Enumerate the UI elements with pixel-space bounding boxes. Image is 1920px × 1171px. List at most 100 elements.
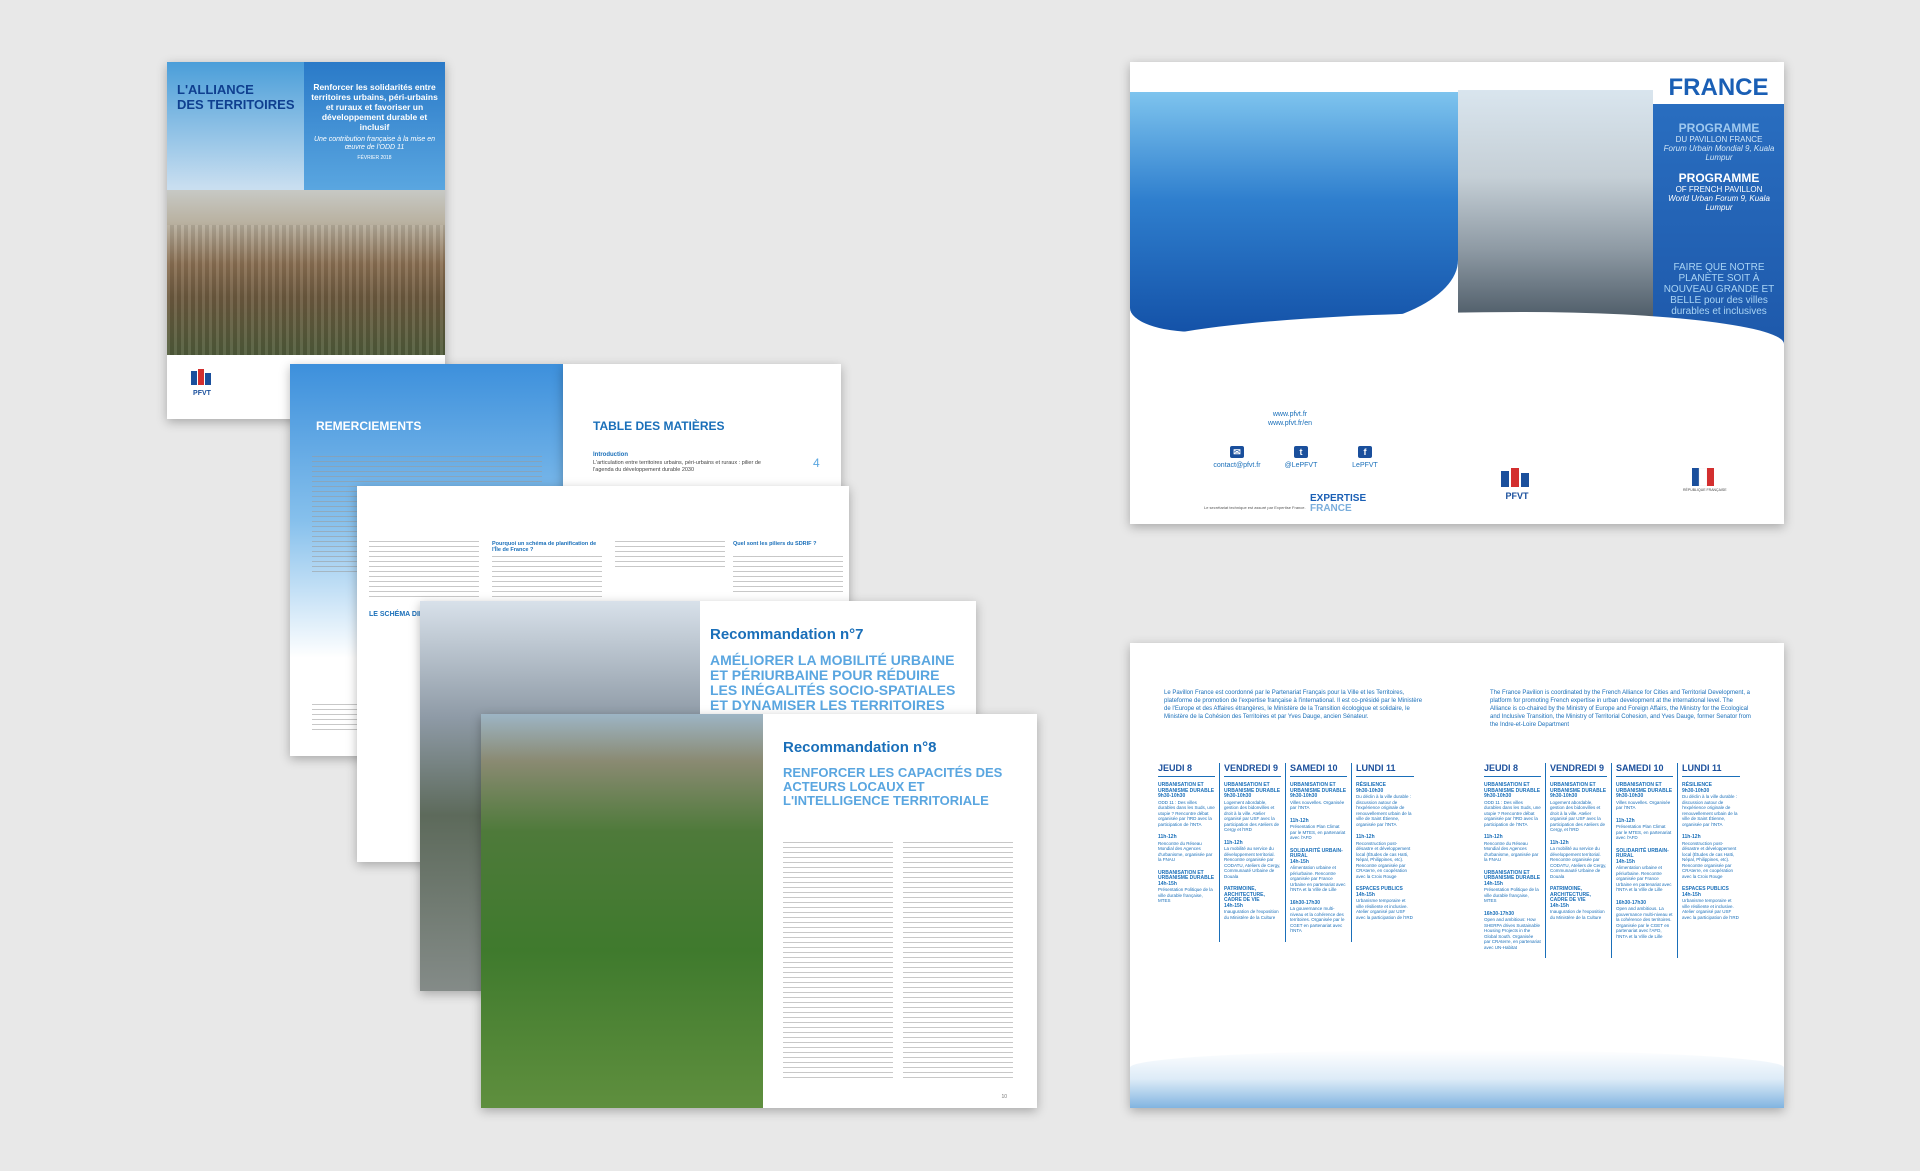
schedule-event: 16h30-17h30 Open and ambitious: How SHERP… — [1484, 911, 1541, 951]
schedule-event: URBANISATION ET URBANISME DURABLE 9h30-10… — [1158, 782, 1215, 827]
programme-bottom-wave — [1130, 1050, 1784, 1108]
event-theme: SOLIDARITÉ URBAIN-RURAL — [1290, 847, 1343, 859]
event-description: Logement abordable, gestion des bidonvil… — [1224, 799, 1280, 833]
recommandation-8-page: Recommandation n°8 RENFORCER LES CAPACIT… — [481, 714, 1037, 1108]
schedule-event: 11h-12h Présentation Plan Climat par le M… — [1290, 818, 1347, 841]
day-column: LUNDI 11 RÉSILIENCE 9h30-10h30 Du déclin à … — [1678, 763, 1744, 958]
reco8-aerial-photo — [481, 714, 763, 1108]
schedule-grid-en: JEUDI 8 URBANISATION ET URBANISME DURABLE… — [1480, 763, 1744, 958]
secretariat-note: Le secrétariat technique est assuré par … — [1204, 505, 1306, 510]
republique-francaise-flag — [1692, 468, 1714, 486]
event-description: Open and ambitious: How SHERPA drives Su… — [1484, 917, 1541, 950]
event-description: Du déclin à la ville durable : discussio… — [1356, 794, 1412, 827]
schedule-event: 11h-12h Présentation Plan Climat par le M… — [1616, 818, 1673, 841]
prog-fr-event: Forum Urbain Mondial 9, Kuala Lumpur — [1663, 144, 1775, 162]
cover-panel-sub: Une contribution française à la mise en … — [313, 136, 435, 151]
schedule-event: SOLIDARITÉ URBAIN-RURAL 14h-15h Alimentati… — [1616, 848, 1673, 893]
schedule-event: URBANISATION ET URBANISME DURABLE 9h30-10… — [1290, 782, 1347, 811]
schema-col1 — [369, 541, 479, 601]
schedule-event: URBANISATION ET URBANISME DURABLE 9h30-10… — [1484, 782, 1541, 827]
pfvt-logo-brochure-text: PFVT — [1505, 491, 1529, 501]
day-heading: VENDREDI 9 — [1224, 763, 1281, 777]
schedule-event: URBANISATION ET URBANISME DURABLE 9h30-10… — [1550, 782, 1607, 833]
web-link-fr[interactable]: www.pfvt.fr — [1190, 410, 1390, 419]
prog-en-event: World Urban Forum 9, Kuala Lumpur — [1668, 194, 1770, 212]
day-column: SAMEDI 10 URBANISATION ET URBANISME DURAB… — [1286, 763, 1352, 942]
event-description: La mobilité au service du développement … — [1550, 846, 1607, 879]
day-column: VENDREDI 9 URBANISATION ET URBANISME DURA… — [1220, 763, 1286, 942]
schedule-event: RÉSILIENCE 9h30-10h30 Du déclin à la ville… — [1356, 782, 1414, 827]
republique-text: RÉPUBLIQUE FRANÇAISE — [1683, 488, 1727, 492]
cover-title: L'ALLIANCE DES TERRITOIRES — [177, 82, 295, 112]
brochure-programme-en: PROGRAMME OF FRENCH PAVILLON World Urban… — [1660, 172, 1778, 213]
schedule-event: 16h30-17h30 Open and ambitious. La gouver… — [1616, 900, 1673, 940]
expertise-france-logo: EXPERTISE FRANCE — [1310, 494, 1366, 514]
cover-title-line2: DES TERRITOIRES — [177, 97, 295, 112]
schedule-event: PATRIMOINE, ARCHITECTURE, CADRE DE VIE 14… — [1550, 886, 1607, 920]
schedule-event: URBANISATION ET URBANISME DURABLE 14h-15h… — [1484, 869, 1541, 904]
remerciements-title: REMERCIEMENTS — [316, 419, 422, 433]
event-description: Open and ambitious. La gouvernance multi… — [1616, 906, 1673, 939]
programme-intro-fr: Le Pavillon France est coordonné par le … — [1164, 690, 1423, 720]
schedule-grid-fr: JEUDI 8 URBANISATION ET URBANISME DURABLE… — [1154, 763, 1418, 942]
event-description: Villes nouvelles. Organisée par l'INTA — [1616, 799, 1671, 811]
schedule-event: 11h-12h La mobilité au service du dévelop… — [1550, 840, 1607, 880]
programme-schedule-page: Le Pavillon France est coordonné par le … — [1130, 643, 1784, 1108]
event-description: Reconstruction post-désastre et développ… — [1682, 840, 1737, 879]
reco8-heading: Recommandation n°8 — [783, 739, 937, 756]
reco8-page-number: 10 — [1001, 1094, 1007, 1100]
event-description: ODD 11 : Des villes durables dans les Su… — [1158, 799, 1215, 827]
programme-intro-en: The France Pavilion is coordinated by th… — [1490, 690, 1751, 728]
event-description: Inauguration de l'exposition du Ministèr… — [1224, 909, 1279, 920]
event-description: Logement abordable, gestion des bidonvil… — [1550, 799, 1606, 833]
tdm-entry-text: L'articulation entre territoires urbains… — [593, 460, 761, 473]
pfvt-logo: PFVT — [191, 369, 212, 397]
web-link-en[interactable]: www.pfvt.fr/en — [1190, 419, 1390, 428]
event-theme: PATRIMOINE, ARCHITECTURE, CADRE DE VIE — [1550, 886, 1591, 903]
contact-email[interactable]: ✉ contact@pfvt.fr — [1202, 446, 1272, 469]
event-description: ODD 11 : Des villes durables dans les Su… — [1484, 799, 1541, 827]
event-description: Villes nouvelles. Organisée par l'INTA — [1290, 799, 1345, 811]
event-description: Présentation Plan Climat par le MTES, en… — [1616, 824, 1672, 840]
contact-twitter[interactable]: t @LePFVT — [1266, 446, 1336, 469]
brochure-slogan-fr: FAIRE QUE NOTRE PLANÈTE SOIT À NOUVEAU G… — [1663, 262, 1775, 317]
schedule-event: 11h-12h Reconstruction post-désastre et d… — [1356, 834, 1414, 879]
brochure-country: FRANCE — [1653, 72, 1784, 104]
expertise-line2: FRANCE — [1310, 503, 1352, 514]
day-column: JEUDI 8 URBANISATION ET URBANISME DURABLE… — [1480, 763, 1546, 958]
schedule-event: RÉSILIENCE 9h30-10h30 Du déclin à la ville… — [1682, 782, 1740, 827]
day-column: LUNDI 11 RÉSILIENCE 9h30-10h30 Du déclin à … — [1352, 763, 1418, 942]
schedule-event: URBANISATION ET URBANISME DURABLE 14h-15h… — [1158, 869, 1215, 904]
cover-panel-date: FÉVRIER 2018 — [357, 155, 392, 161]
schema-col2 — [492, 556, 602, 606]
day-column: VENDREDI 9 URBANISATION ET URBANISME DURA… — [1546, 763, 1612, 958]
event-description: Urbanisme temporaire et ville résiliente… — [1682, 898, 1739, 920]
twitter-icon: t — [1294, 446, 1308, 458]
twitter-text: @LePFVT — [1284, 462, 1318, 469]
brochure-slogan-en: MAKE OUR PLANET GREAT AGAIN for sustaina… — [1664, 344, 1774, 384]
schema-col3 — [615, 541, 725, 571]
contact-facebook[interactable]: f LePFVT — [1330, 446, 1400, 469]
event-description: Alimentation urbaine et périurbaine. Ren… — [1290, 865, 1346, 892]
brochure-blue-wave — [1130, 92, 1458, 332]
prog-fr-sub: DU PAVILLON FRANCE — [1675, 135, 1763, 144]
schedule-event: 16h30-17h30 La gouvernance multi-niveau e… — [1290, 900, 1347, 934]
event-theme: URBANISATION ET URBANISME DURABLE — [1158, 869, 1215, 881]
cover-city-photo — [167, 190, 445, 355]
event-description: La gouvernance multi-niveau et la cohére… — [1290, 906, 1345, 933]
schedule-event: 11h-12h Rencontre du Réseau Mondial des A… — [1484, 834, 1541, 863]
day-heading: JEUDI 8 — [1484, 763, 1541, 777]
tdm-title: TABLE DES MATIÈRES — [593, 419, 725, 433]
schema-question-2: Quel sont les piliers du SDRIF ? — [733, 541, 817, 547]
day-heading: LUNDI 11 — [1356, 763, 1414, 777]
mail-icon: ✉ — [1230, 446, 1244, 458]
schedule-event: 11h-12h Reconstruction post-désastre et d… — [1682, 834, 1740, 879]
reco8-col2 — [903, 842, 1013, 1082]
prog-en-sub: OF FRENCH PAVILLON — [1675, 185, 1763, 194]
event-theme: URBANISATION ET URBANISME DURABLE — [1484, 869, 1541, 881]
event-description: Inauguration de l'exposition du Ministèr… — [1550, 909, 1605, 920]
day-heading: SAMEDI 10 — [1616, 763, 1673, 777]
day-heading: LUNDI 11 — [1682, 763, 1740, 777]
event-description: Reconstruction post-désastre et développ… — [1356, 840, 1411, 879]
pfvt-logo-brochure: PFVT — [1501, 468, 1529, 501]
